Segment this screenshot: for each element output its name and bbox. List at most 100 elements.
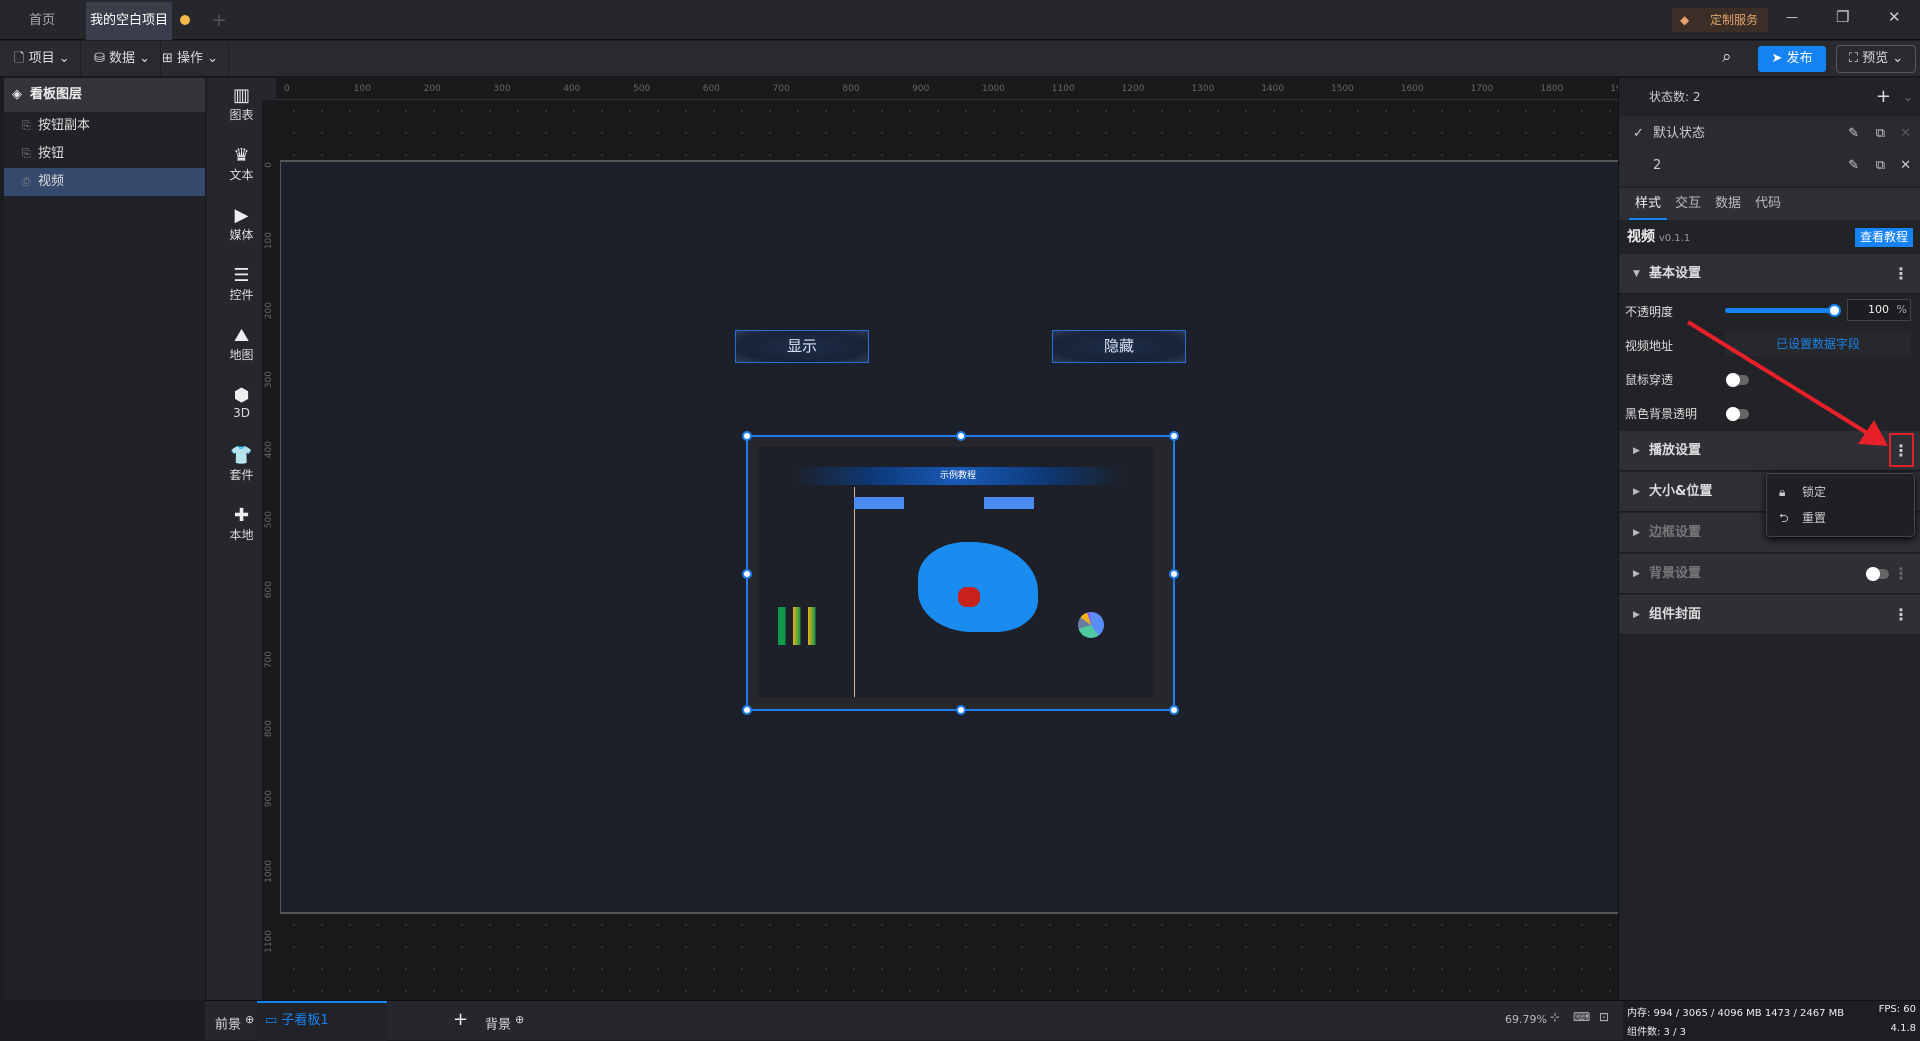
video-url-field[interactable]: 已设置数据字段	[1725, 332, 1911, 356]
ruler-tick-label: 1900	[1610, 84, 1618, 94]
publish-button[interactable]: ➤ 发布	[1758, 46, 1826, 72]
ruler-vertical: 0 100 200 300 400 500 600 700 800 900 1000 1100	[262, 100, 280, 1000]
delete-icon[interactable]: ✕	[1900, 152, 1911, 180]
edit-icon[interactable]: ✎	[1848, 152, 1859, 180]
tab-home[interactable]: 首页	[0, 2, 84, 40]
add-circle-icon[interactable]: ⊕	[245, 1013, 254, 1026]
custom-service-button[interactable]: ◆ 定制服务	[1672, 8, 1768, 32]
add-tab-button[interactable]: +	[206, 2, 232, 40]
tab-0[interactable]: 样式	[1629, 188, 1668, 220]
layer-item-selected[interactable]: ⎙ 视频	[4, 168, 205, 196]
operate-menu[interactable]: ⊞ 操作 ⌄	[152, 41, 230, 77]
background-tab[interactable]: 背景 ⊕	[485, 1013, 524, 1032]
menu-item-reset[interactable]: ⮌ 重置	[1767, 506, 1914, 530]
slider-thumb[interactable]	[1828, 304, 1841, 317]
section-label: 大小&位置	[1649, 484, 1713, 499]
file-icon: 🗋	[14, 51, 29, 66]
opacity-input[interactable]: 100%	[1847, 299, 1911, 321]
state-list: ✓ 默认状态 ✎ ⧉ ✕ 2 ✎ ⧉ ✕	[1619, 116, 1920, 186]
console-icon[interactable]: ⊡	[1599, 1010, 1609, 1024]
resize-handle[interactable]	[742, 705, 752, 715]
background-toggle[interactable]	[1866, 567, 1889, 581]
state-item[interactable]: 2 ✎ ⧉ ✕	[1619, 152, 1920, 180]
category-label: 媒体	[229, 228, 254, 242]
chevron-down-icon[interactable]: ⌄	[1903, 78, 1913, 116]
menu-item-lock[interactable]: 🔒︎ 锁定	[1767, 480, 1914, 504]
tutorial-button[interactable]: 查看教程	[1854, 228, 1913, 247]
foreground-label: 前景	[215, 1017, 242, 1033]
video-url-label: 视频地址	[1625, 339, 1674, 353]
search-icon[interactable]: ⌕	[1722, 47, 1732, 67]
component-name: 视频	[1627, 229, 1655, 245]
section-cover[interactable]: ▶ 组件封面 ⋮	[1619, 595, 1920, 635]
section-background[interactable]: ▶ 背景设置 ⋮	[1619, 554, 1920, 594]
hide-button[interactable]: 隐藏	[1052, 330, 1186, 363]
more-icon[interactable]: ⋮	[1893, 554, 1909, 594]
send-icon: ➤	[1771, 51, 1787, 66]
video-component[interactable]: 示例教程	[742, 431, 1179, 715]
unsaved-dot	[180, 15, 190, 25]
ruler-tick-label: 200	[264, 301, 274, 319]
data-menu[interactable]: ⛁ 数据 ⌄	[84, 41, 162, 77]
fit-screen-icon[interactable]: ⊹	[1550, 1010, 1560, 1024]
resize-handle[interactable]	[742, 569, 752, 579]
tab-1[interactable]: 交互	[1669, 188, 1707, 220]
black-bg-toggle[interactable]	[1726, 407, 1749, 421]
edit-icon[interactable]: ✎	[1848, 120, 1859, 148]
ruler-tick-label: 1500	[1331, 84, 1354, 94]
tab-project[interactable]: 我的空白项目	[86, 2, 172, 40]
mouse-through-label: 鼠标穿透	[1625, 373, 1674, 387]
caret-down-icon: ▼	[1633, 269, 1640, 279]
show-button[interactable]: 显示	[735, 330, 869, 363]
properties-panel: 状态数: 2 + ⌄ ✓ 默认状态 ✎ ⧉ ✕ 2 ✎ ⧉ ✕ 样式 交互 数据 代码 视频 v0.1.…	[1618, 78, 1920, 1000]
subboard-tab[interactable]: ▭ 子看板1	[257, 1001, 387, 1041]
restore-button[interactable]: ❐	[1836, 8, 1849, 26]
keyboard-icon[interactable]: ⌨	[1573, 1010, 1590, 1024]
fullscreen-icon: ⛶	[1848, 51, 1863, 66]
section-basic[interactable]: ▼ 基本设置 ⋮	[1619, 254, 1920, 294]
preview-button[interactable]: ⛶ 预览 ⌄	[1836, 45, 1916, 73]
copy-icon[interactable]: ⧉	[1876, 120, 1885, 148]
status-info: 内存: 994 / 3065 / 4096 MB 1473 / 2467 MB …	[1623, 1001, 1920, 1041]
resize-handle[interactable]	[742, 431, 752, 441]
highlight-box	[1889, 433, 1914, 467]
more-icon[interactable]: ⋮	[1893, 595, 1909, 635]
layer-label: 按钮副本	[38, 118, 91, 133]
add-state-icon[interactable]: +	[1876, 78, 1891, 116]
layer-item[interactable]: ⎘ 按钮	[4, 140, 205, 168]
video-icon: ⎙	[22, 175, 31, 188]
tab-3[interactable]: 代码	[1749, 188, 1787, 220]
opacity-slider[interactable]	[1725, 304, 1841, 317]
resize-handle[interactable]	[1169, 431, 1179, 441]
mini-pie-chart	[1078, 612, 1104, 638]
more-icon[interactable]: ⋮	[1893, 254, 1909, 294]
layer-item[interactable]: ⎘ 按钮副本	[4, 112, 205, 140]
component-header: 视频 v0.1.1 查看教程	[1619, 220, 1920, 254]
section-playback[interactable]: ▶ 播放设置 ⋮	[1619, 431, 1920, 471]
toolbar: 🗋 项目 ⌄ ⛁ 数据 ⌄ ⊞ 操作 ⌄ ⌕ ➤ 发布 ⛶ 预览 ⌄	[0, 41, 1920, 77]
state-item[interactable]: ✓ 默认状态 ✎ ⧉ ✕	[1619, 120, 1920, 148]
video-url-value: 已设置数据字段	[1775, 337, 1860, 351]
project-menu[interactable]: 🗋 项目 ⌄	[4, 41, 81, 77]
add-circle-icon[interactable]: ⊕	[515, 1013, 524, 1026]
diamond-icon: ◆	[1680, 13, 1690, 27]
add-board-button[interactable]: +	[453, 1009, 468, 1030]
mouse-through-toggle[interactable]	[1726, 373, 1749, 387]
resize-handle[interactable]	[1169, 569, 1179, 579]
component-count: 组件数: 3 / 3	[1627, 1027, 1686, 1038]
opacity-value: 100	[1868, 303, 1889, 316]
resize-handle[interactable]	[956, 431, 966, 441]
delete-icon[interactable]: ✕	[1900, 120, 1911, 148]
ruler-tick-label: 500	[264, 511, 274, 529]
minimize-button[interactable]: —	[1786, 10, 1798, 24]
tab-2[interactable]: 数据	[1709, 188, 1747, 220]
black-bg-label: 黑色背景透明	[1625, 407, 1698, 421]
copy-icon[interactable]: ⧉	[1876, 152, 1885, 180]
zoom-level[interactable]: 69.79%	[1505, 1013, 1547, 1026]
resize-handle[interactable]	[1169, 705, 1179, 715]
mini-button	[984, 497, 1034, 509]
foreground-tab[interactable]: 前景 ⊕	[215, 1013, 254, 1032]
ruler-tick-label: 0	[284, 84, 290, 94]
close-button[interactable]: ✕	[1888, 8, 1901, 26]
resize-handle[interactable]	[956, 705, 966, 715]
